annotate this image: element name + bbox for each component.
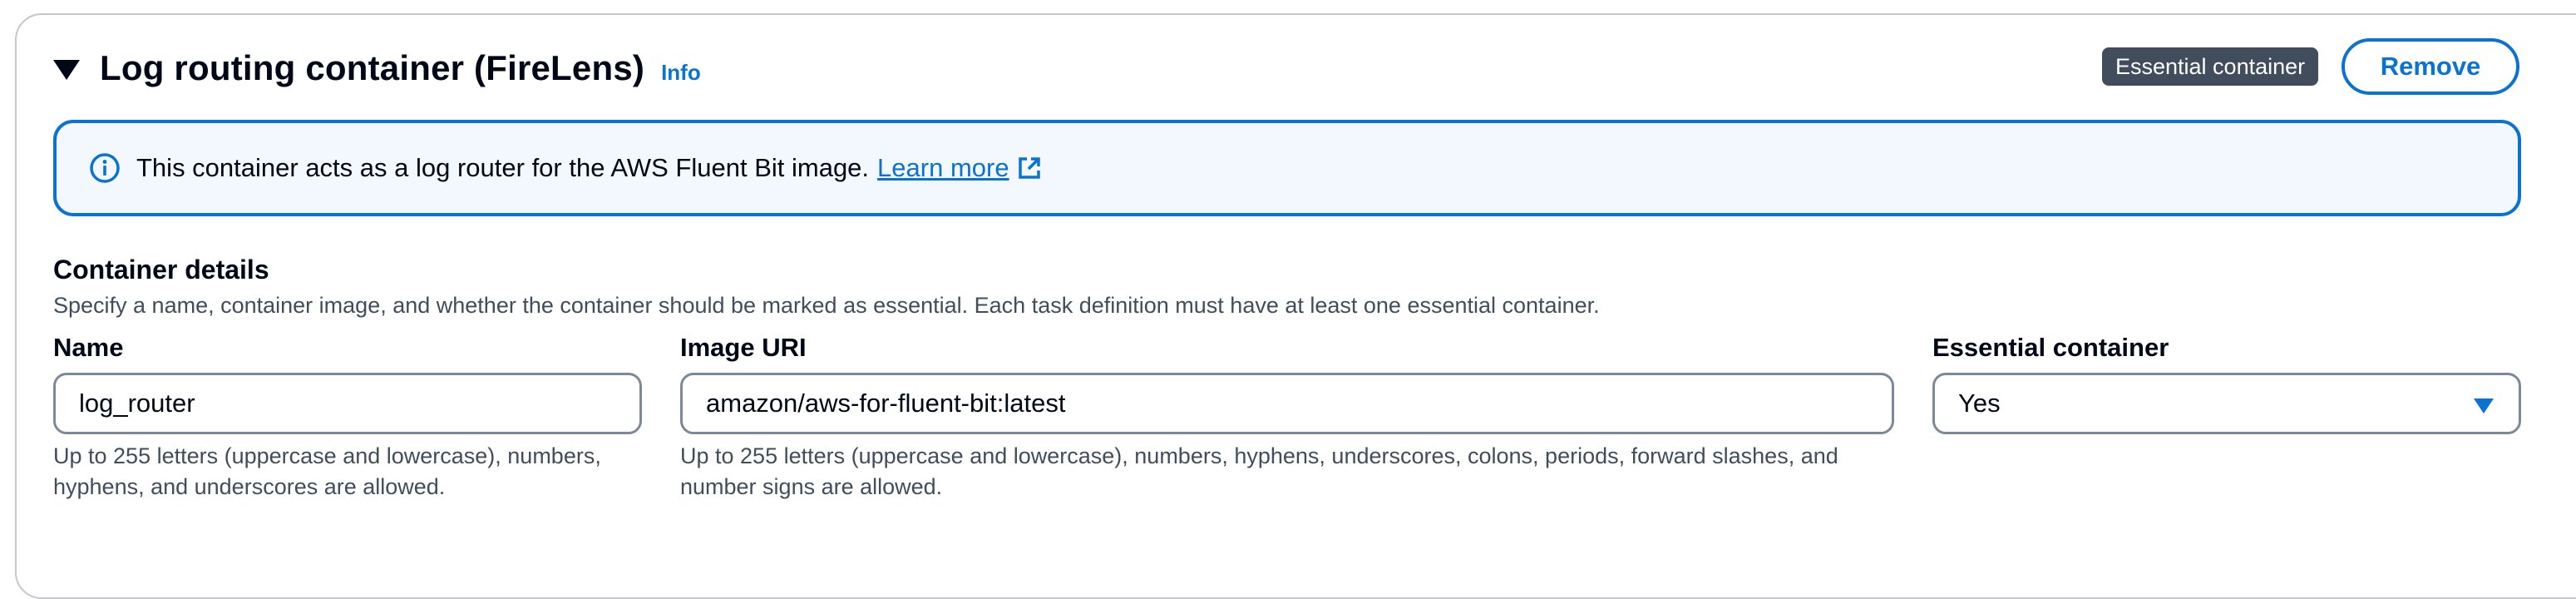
external-link-icon[interactable] xyxy=(1016,155,1043,181)
essential-container-badge: Essential container xyxy=(2102,47,2319,86)
essential-container-value: Yes xyxy=(1958,389,2001,418)
select-caret-icon xyxy=(2474,399,2494,413)
image-uri-input[interactable]: amazon/aws-for-fluent-bit:latest xyxy=(680,373,1894,434)
container-details-description: Specify a name, container image, and whe… xyxy=(53,293,1600,318)
collapse-caret-icon[interactable] xyxy=(53,60,80,80)
info-alert: This container acts as a log router for … xyxy=(53,120,2521,216)
alert-message: This container acts as a log router for … xyxy=(136,153,870,182)
image-uri-label: Image URI xyxy=(680,333,807,362)
name-input[interactable]: log_router xyxy=(53,373,642,434)
learn-more-link[interactable]: Learn more xyxy=(877,153,1009,183)
remove-button[interactable]: Remove xyxy=(2342,38,2519,95)
essential-container-select[interactable]: Yes xyxy=(1932,373,2521,434)
info-circle-icon xyxy=(90,153,120,183)
name-label: Name xyxy=(53,333,124,362)
name-hint: Up to 255 letters (uppercase and lowerca… xyxy=(53,443,601,499)
section-title: Log routing container (FireLens) xyxy=(100,48,645,87)
image-uri-hint: Up to 255 letters (uppercase and lowerca… xyxy=(680,443,1838,499)
section-header: Log routing container (FireLens) Info xyxy=(53,37,701,100)
container-details-title: Container details xyxy=(53,255,269,285)
info-link[interactable]: Info xyxy=(661,60,701,86)
essential-container-label: Essential container xyxy=(1932,333,2169,362)
